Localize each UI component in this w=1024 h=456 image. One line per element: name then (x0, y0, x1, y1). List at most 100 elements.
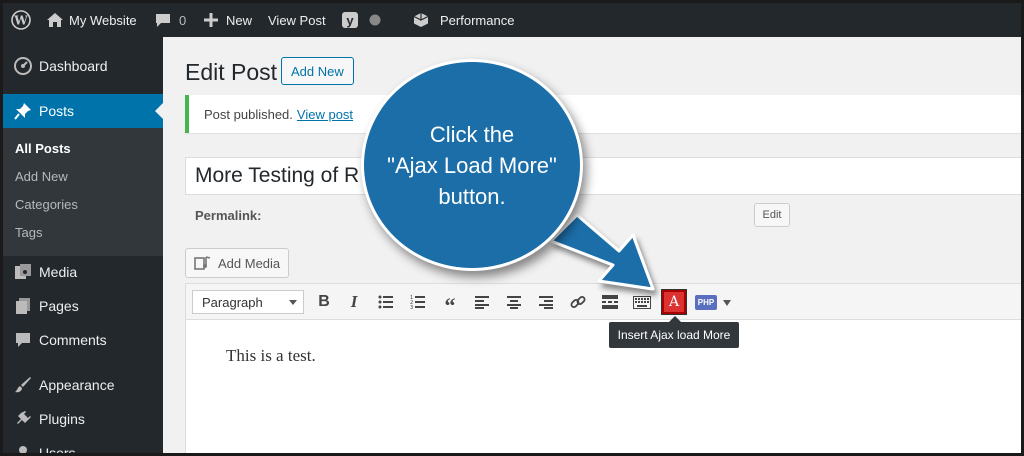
sidebar-item-label: Comments (39, 332, 107, 348)
blockquote-button[interactable]: “ (438, 290, 462, 318)
comments-link[interactable]: 0 (155, 3, 186, 37)
view-post-label: View Post (268, 12, 326, 28)
pages-icon (13, 296, 33, 316)
seo-status-dot-icon[interactable] (369, 3, 381, 37)
plug-icon (13, 409, 33, 429)
site-name-link[interactable]: My Website (47, 3, 137, 37)
callout-line-2: "Ajax Load More" (387, 152, 557, 178)
numbered-list-button[interactable]: 123 (406, 290, 430, 314)
notice-text: Post published. (204, 106, 293, 122)
php-dropdown-chevron-icon[interactable] (723, 300, 731, 306)
screenshot-frame: W My Website 0 New View Post y Performan… (0, 0, 1024, 456)
media-icon (13, 262, 33, 282)
sidebar-item-comments[interactable]: Comments (3, 323, 163, 357)
posts-submenu: All Posts Add New Categories Tags (3, 128, 163, 256)
sidebar-item-label: Dashboard (39, 58, 108, 74)
bullet-list-icon (378, 295, 394, 309)
sidebar-item-appearance[interactable]: Appearance (3, 368, 163, 402)
sidebar-item-pages[interactable]: Pages (3, 289, 163, 323)
php-button[interactable]: PHP (695, 295, 717, 310)
submenu-all-posts[interactable]: All Posts (15, 141, 71, 156)
performance-link[interactable]: Performance (413, 3, 514, 37)
users-icon (13, 443, 33, 453)
site-name: My Website (69, 12, 137, 28)
permalink-edit-button[interactable]: Edit (754, 203, 790, 227)
svg-text:W: W (13, 14, 28, 28)
italic-icon: I (350, 292, 358, 311)
pin-icon (13, 101, 33, 121)
align-right-icon (539, 295, 553, 309)
comment-icon (13, 330, 33, 350)
post-editor: Paragraph B I 123 “ A PHP This is a test… (185, 283, 1021, 453)
align-right-button[interactable] (534, 290, 558, 314)
sidebar-item-label: Media (39, 264, 78, 280)
submenu-categories[interactable]: Categories (15, 197, 78, 212)
view-post-notice-link[interactable]: View post (297, 107, 353, 122)
align-left-icon (475, 295, 489, 309)
sidebar-item-label: Plugins (39, 411, 85, 427)
view-post-link[interactable]: View Post (268, 3, 326, 37)
add-media-label: Add Media (218, 255, 281, 271)
sidebar-item-users[interactable]: Users (3, 436, 163, 456)
sidebar-item-label: Pages (39, 298, 79, 314)
dashboard-icon (13, 56, 33, 76)
submenu-add-new[interactable]: Add New (15, 169, 68, 184)
link-icon (570, 294, 586, 310)
bold-button[interactable]: B (312, 290, 336, 314)
insert-ajax-load-more-button[interactable]: A (661, 289, 687, 315)
read-more-icon (602, 295, 618, 309)
permalink-label: Permalink: (195, 208, 262, 223)
sidebar-item-media[interactable]: Media (3, 255, 163, 289)
home-icon (47, 13, 63, 27)
bullet-list-button[interactable] (374, 290, 398, 314)
add-new-button[interactable]: Add New (281, 57, 354, 85)
new-content-link[interactable]: New (204, 3, 252, 37)
ajax-load-more-icon: A (668, 294, 680, 310)
bold-icon: B (318, 293, 330, 310)
align-center-button[interactable] (502, 290, 526, 314)
read-more-button[interactable] (598, 290, 622, 314)
align-center-icon (507, 295, 521, 309)
new-label: New (226, 12, 253, 28)
performance-cube-icon (413, 12, 429, 28)
editor-toolbar: Paragraph B I 123 “ A PHP (186, 284, 1021, 320)
sidebar-item-label: Appearance (39, 377, 115, 393)
admin-bar: W My Website 0 New View Post y Performan… (3, 3, 1021, 37)
add-media-button[interactable]: Add Media (185, 248, 289, 278)
add-media-icon (194, 255, 212, 271)
toolbar-toggle-button[interactable] (630, 290, 654, 314)
svg-text:y: y (346, 13, 354, 28)
comment-bubble-icon (155, 13, 171, 28)
svg-text:3: 3 (410, 305, 413, 309)
main-content: Edit Post Add New Post published. View p… (163, 37, 1021, 453)
sidebar-item-label: Users (39, 445, 76, 456)
sidebar-item-posts[interactable]: Posts (3, 94, 163, 128)
performance-label: Performance (440, 12, 515, 28)
post-title-input[interactable]: More Testing of R (185, 157, 1021, 195)
comments-count: 0 (179, 12, 187, 28)
callout-line-1: Click the (429, 121, 515, 147)
insert-link-button[interactable] (566, 290, 590, 314)
editor-body-text[interactable]: This is a test. (226, 346, 316, 366)
sidebar-item-plugins[interactable]: Plugins (3, 402, 163, 436)
quote-icon: “ (444, 293, 456, 318)
post-published-notice: Post published. View post (185, 95, 1021, 133)
italic-button[interactable]: I (342, 290, 366, 314)
sidebar-item-dashboard[interactable]: Dashboard (3, 49, 163, 83)
active-menu-arrow-icon (155, 103, 163, 119)
instruction-callout: Click the "Ajax Load More" button. (361, 59, 583, 271)
plus-icon (204, 13, 218, 27)
wordpress-logo-icon[interactable]: W (11, 3, 31, 37)
page-title: Edit Post (185, 59, 278, 85)
sidebar-item-label: Posts (39, 103, 75, 119)
numbered-list-icon: 123 (410, 295, 426, 309)
paragraph-format-select[interactable]: Paragraph (192, 290, 304, 314)
submenu-tags[interactable]: Tags (15, 225, 42, 240)
brush-icon (13, 375, 33, 395)
align-left-button[interactable] (470, 290, 494, 314)
admin-sidebar: Dashboard Posts All Posts Add New Catego… (3, 37, 163, 456)
callout-line-3: button. (438, 183, 506, 209)
chevron-down-icon (289, 300, 297, 305)
yoast-icon[interactable]: y (341, 3, 359, 37)
php-icon: PHP (697, 298, 715, 307)
